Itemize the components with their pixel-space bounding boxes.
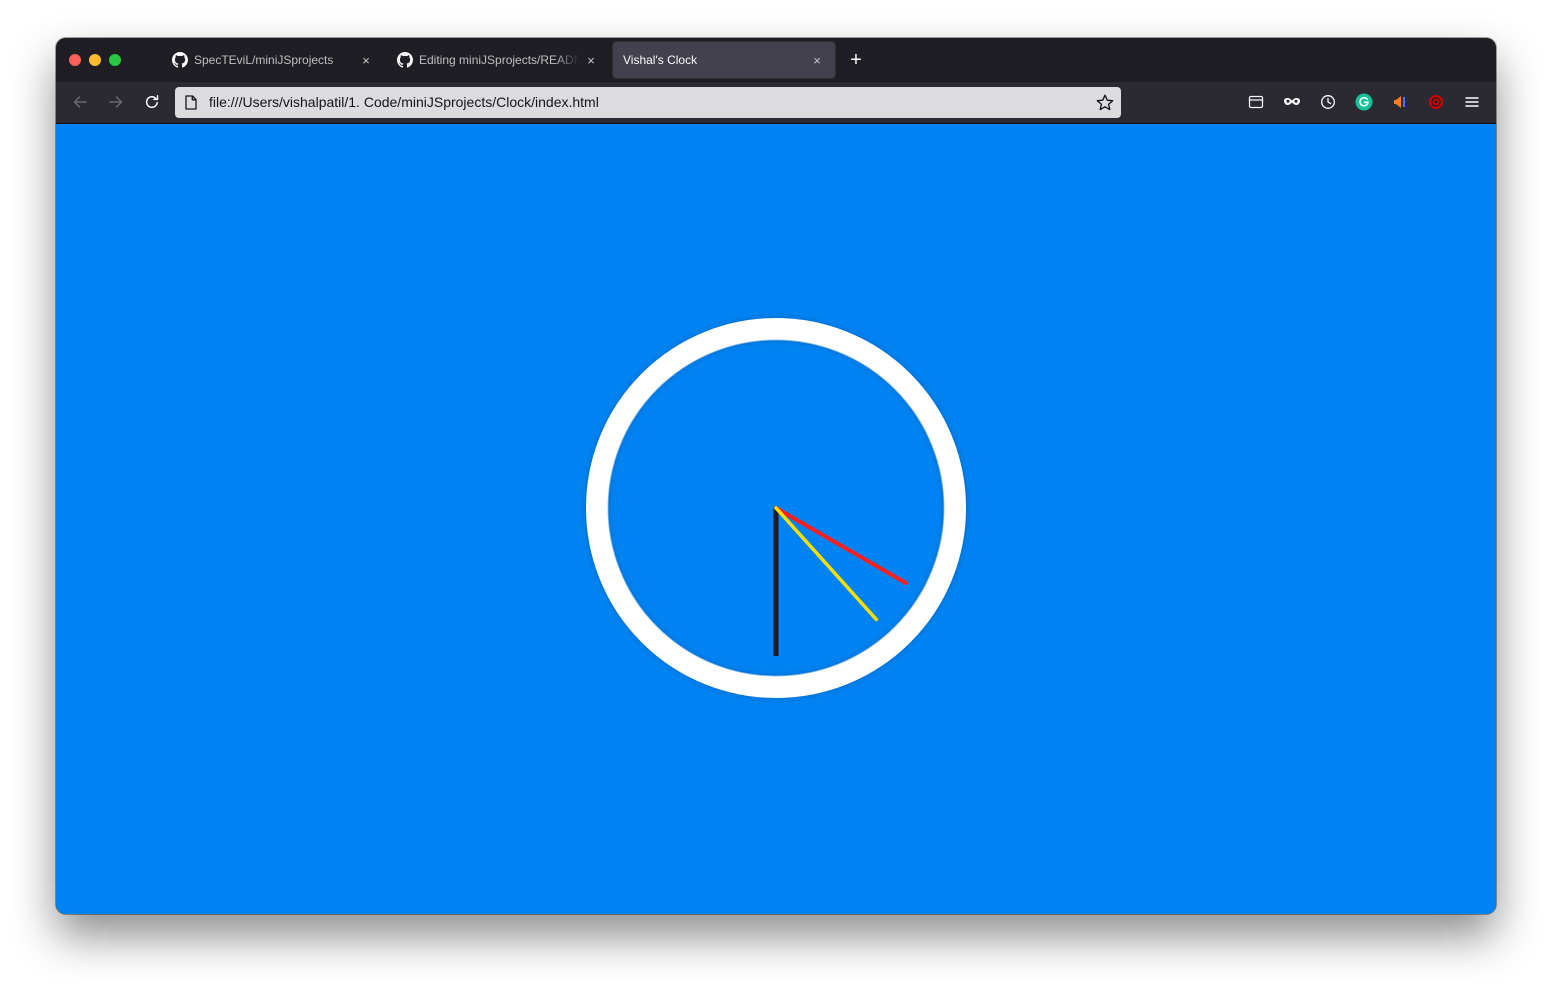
minute-hand [774,506,908,585]
forward-button[interactable] [102,88,130,116]
sidebar-icon[interactable] [1246,92,1266,112]
tab-vishals-clock[interactable]: Vishal's Clock × [613,42,835,78]
clock-canvas [586,318,966,698]
github-icon [172,52,188,68]
tab-title: Editing miniJSprojects/README [419,53,579,67]
forward-arrow-icon [109,96,123,108]
tab-editing-readme[interactable]: Editing miniJSprojects/README × [387,42,609,78]
tab-title: Vishal's Clock [623,53,698,67]
back-arrow-icon [73,96,87,108]
menu-icon[interactable] [1462,92,1482,112]
clock-hands [773,506,908,656]
page-content [56,124,1496,914]
extension-red-icon[interactable] [1426,92,1446,112]
bookmark-star-icon[interactable] [1095,93,1115,113]
page-icon [185,95,197,110]
navigation-toolbar: file:///Users/vishalpatil/1. Code/miniJS… [56,82,1496,124]
tab-spectevil-repo[interactable]: SpecTEviL/miniJSprojects × [162,42,384,78]
url-text[interactable]: file:///Users/vishalpatil/1. Code/miniJS… [209,94,599,110]
window-maximize-button[interactable] [109,54,121,66]
github-icon [397,52,413,68]
window-minimize-button[interactable] [89,54,101,66]
tab-close-icon[interactable]: × [809,52,825,68]
back-button[interactable] [66,88,94,116]
private-mask-icon[interactable] [1282,92,1302,112]
tab-close-icon[interactable]: × [583,52,599,68]
window-close-button[interactable] [69,54,81,66]
tab-bar: SpecTEviL/miniJSprojects × Editing miniJ… [56,38,1496,82]
new-tab-button[interactable]: + [846,50,866,70]
history-clock-icon[interactable] [1318,92,1338,112]
reload-icon [145,95,159,109]
browser-window: SpecTEviL/miniJSprojects × Editing miniJ… [56,38,1496,914]
reload-button[interactable] [138,88,166,116]
tab-title: SpecTEviL/miniJSprojects [194,53,334,67]
address-bar[interactable]: file:///Users/vishalpatil/1. Code/miniJS… [175,87,1121,118]
extension-icon[interactable] [1390,92,1410,112]
second-hand [774,506,879,622]
tab-close-icon[interactable]: × [358,52,374,68]
grammarly-icon[interactable] [1354,92,1374,112]
